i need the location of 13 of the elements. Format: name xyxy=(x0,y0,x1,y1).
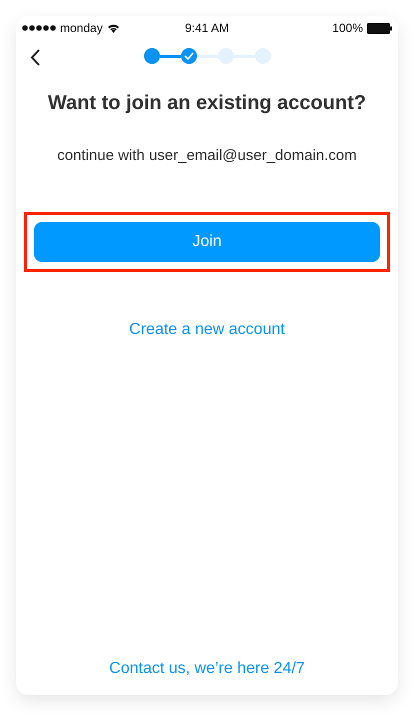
clock-time: 9:41 AM xyxy=(184,21,230,35)
battery-percent: 100% xyxy=(332,21,363,35)
create-account-link[interactable]: Create a new account xyxy=(129,321,285,339)
page-title: Want to join an existing account? xyxy=(48,92,366,115)
battery-icon xyxy=(367,22,392,34)
contact-link[interactable]: Contact us, we’re here 24/7 xyxy=(109,660,305,678)
wifi-icon xyxy=(106,23,120,33)
check-icon xyxy=(184,52,194,60)
back-icon xyxy=(30,49,40,66)
signal-icon xyxy=(22,25,56,31)
join-button[interactable]: Join xyxy=(34,222,380,262)
carrier-name: monday xyxy=(60,21,103,35)
account-email-text: continue with user_email@user_domain.com xyxy=(57,147,357,164)
